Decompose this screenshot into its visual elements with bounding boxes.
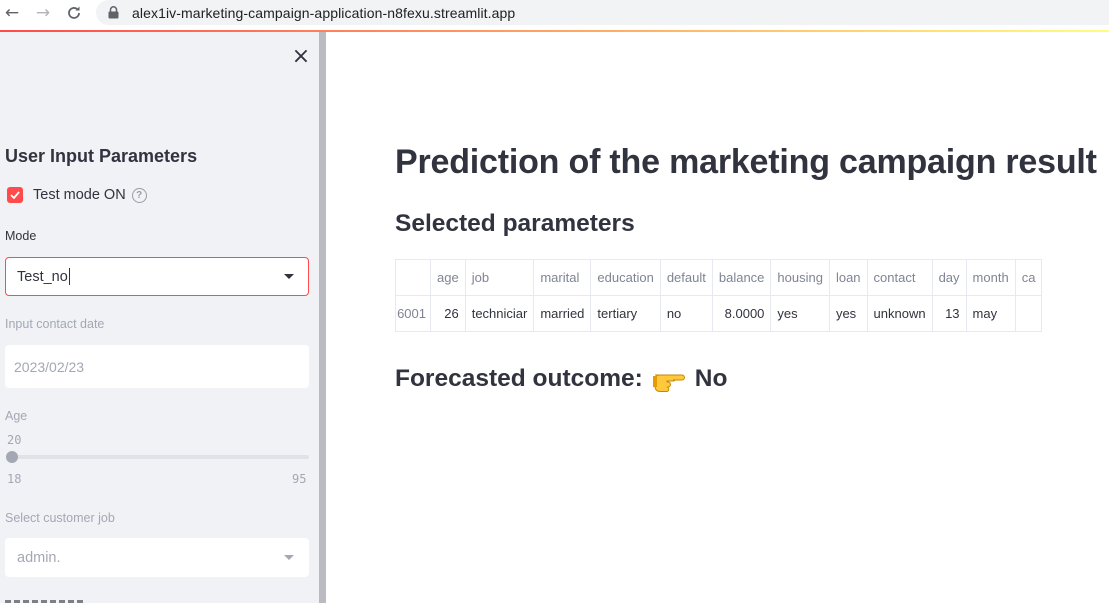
- table-body: 6001 26 techniciar married tertiary no 8.0000 y…: [395, 295, 1043, 332]
- section-title: Selected parameters: [395, 210, 635, 237]
- chevron-down-icon: [284, 274, 294, 279]
- address-bar[interactable]: alex1iv-marketing-campaign-application-n…: [96, 0, 1109, 25]
- table-cell: may: [965, 295, 1016, 332]
- test-mode-checkbox-row[interactable]: Test mode ON ?: [7, 187, 147, 203]
- parameters-table[interactable]: age job marital education default balance hous…: [395, 259, 1098, 332]
- close-sidebar-icon[interactable]: ×: [290, 46, 312, 68]
- help-icon[interactable]: ?: [131, 187, 147, 203]
- job-label: Select customer job: [5, 511, 115, 525]
- lock-icon: [108, 6, 122, 20]
- table-header-ca[interactable]: ca: [1014, 259, 1043, 296]
- page-title: Prediction of the marketing campaign res…: [395, 143, 1097, 181]
- reload-icon[interactable]: [64, 3, 84, 23]
- table-cell: techniciar: [464, 295, 535, 332]
- table-cell: married: [533, 295, 592, 332]
- pointing-hand-icon: [652, 366, 686, 393]
- test-mode-label: Test mode ON: [33, 187, 126, 203]
- mode-label: Mode: [5, 229, 37, 243]
- table-header-housing[interactable]: housing: [770, 259, 830, 296]
- forecast-outcome: Forecasted outcome: No: [395, 365, 727, 393]
- chevron-down-icon: [284, 555, 294, 560]
- mode-select[interactable]: Test_no: [5, 257, 309, 296]
- next-field-label-cutoff: [5, 597, 95, 603]
- age-slider-thumb[interactable]: [6, 451, 18, 463]
- table-cell: no: [659, 295, 713, 332]
- table-cell: 8.0000: [711, 295, 772, 332]
- browser-toolbar: ← → alex1iv-marketing-campaign-applicati…: [0, 0, 1109, 30]
- table-header-default[interactable]: default: [659, 259, 713, 296]
- table-header-row: age job marital education default balance hous…: [395, 259, 1043, 296]
- table-header-education[interactable]: education: [590, 259, 661, 296]
- table-row-index: 6001: [395, 295, 431, 332]
- table-header-job[interactable]: job: [464, 259, 535, 296]
- contact-date-label: Input contact date: [5, 317, 105, 331]
- test-mode-checkbox[interactable]: [7, 187, 23, 203]
- table-cell: yes: [770, 295, 830, 332]
- job-select-value: admin.: [17, 549, 61, 566]
- age-label: Age: [5, 409, 28, 423]
- sidebar-scrollbar[interactable]: [319, 32, 326, 603]
- table-cell: 26: [430, 295, 466, 332]
- table-cell: [1014, 295, 1043, 332]
- age-slider-max: 95: [292, 472, 307, 486]
- table-header-balance[interactable]: balance: [711, 259, 772, 296]
- forward-arrow-icon[interactable]: →: [33, 3, 53, 23]
- text-cursor: [68, 268, 70, 285]
- table-index-header[interactable]: [395, 259, 431, 296]
- job-select[interactable]: admin.: [5, 538, 309, 577]
- table-header-contact[interactable]: contact: [866, 259, 933, 296]
- url-text: alex1iv-marketing-campaign-application-n…: [132, 4, 516, 21]
- table-header-month[interactable]: month: [965, 259, 1016, 296]
- table-header-marital[interactable]: marital: [533, 259, 592, 296]
- forecast-value: No: [694, 365, 728, 392]
- table-cell: 13: [931, 295, 967, 332]
- age-slider-track[interactable]: [8, 455, 309, 459]
- age-slider-min: 18: [7, 472, 22, 486]
- table-header-day[interactable]: day: [931, 259, 967, 296]
- table-cell: unknown: [866, 295, 933, 332]
- contact-date-input[interactable]: 2023/02/23: [5, 345, 309, 388]
- table-row[interactable]: 6001 26 techniciar married tertiary no 8.0000 y…: [395, 295, 1043, 332]
- table-header-age[interactable]: age: [430, 259, 466, 296]
- sidebar-heading: User Input Parameters: [5, 146, 198, 166]
- table-cell: yes: [828, 295, 868, 332]
- forecast-label: Forecasted outcome:: [395, 365, 643, 392]
- back-arrow-icon[interactable]: ←: [2, 3, 22, 23]
- age-slider-value: 20: [7, 433, 22, 447]
- table-header-loan[interactable]: loan: [828, 259, 868, 296]
- checkmark-icon: [10, 191, 20, 199]
- mode-select-value: Test_no: [17, 268, 68, 285]
- table-cell: tertiary: [590, 295, 661, 332]
